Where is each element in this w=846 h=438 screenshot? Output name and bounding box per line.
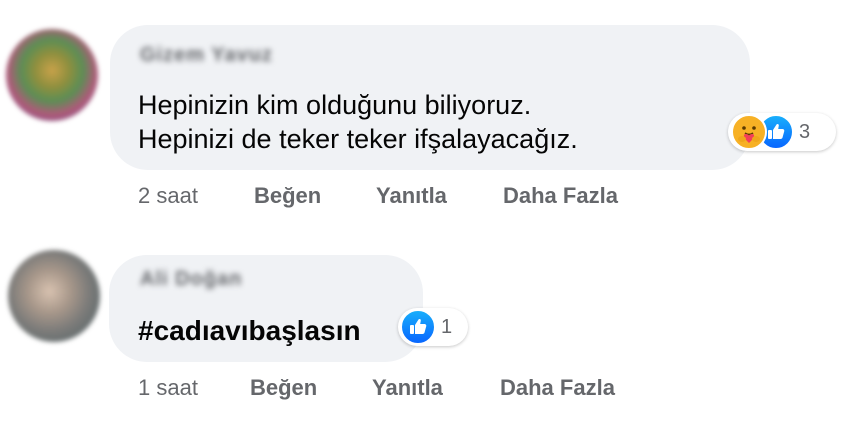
like-button[interactable]: Beğen [250,375,317,401]
comment-timestamp[interactable]: 2 saat [138,183,198,209]
care-reaction-icon [731,114,767,150]
avatar[interactable] [8,250,100,342]
reactions-summary[interactable]: 3 [728,113,836,151]
comment-text-line: Hepinizi de teker teker ifşalayacağız. [138,124,578,154]
comment-timestamp[interactable]: 1 saat [138,375,198,401]
reactions-summary[interactable]: 1 [398,308,468,346]
comment-text-line: Hepinizin kim olduğunu biliyoruz. [138,90,532,120]
reaction-count: 3 [799,120,811,143]
reaction-count: 1 [441,315,453,338]
avatar[interactable] [6,29,98,121]
more-button[interactable]: Daha Fazla [503,183,618,209]
reply-button[interactable]: Yanıtla [376,183,447,209]
like-button[interactable]: Beğen [254,183,321,209]
comment-text-line: #cadıavıbaşlasın [138,315,361,346]
more-button[interactable]: Daha Fazla [500,375,615,401]
comment-author[interactable]: Ali Doğan [140,268,242,291]
comment-author[interactable]: Gizem Yavuz [140,44,273,67]
like-reaction-icon [400,309,436,345]
reply-button[interactable]: Yanıtla [372,375,443,401]
